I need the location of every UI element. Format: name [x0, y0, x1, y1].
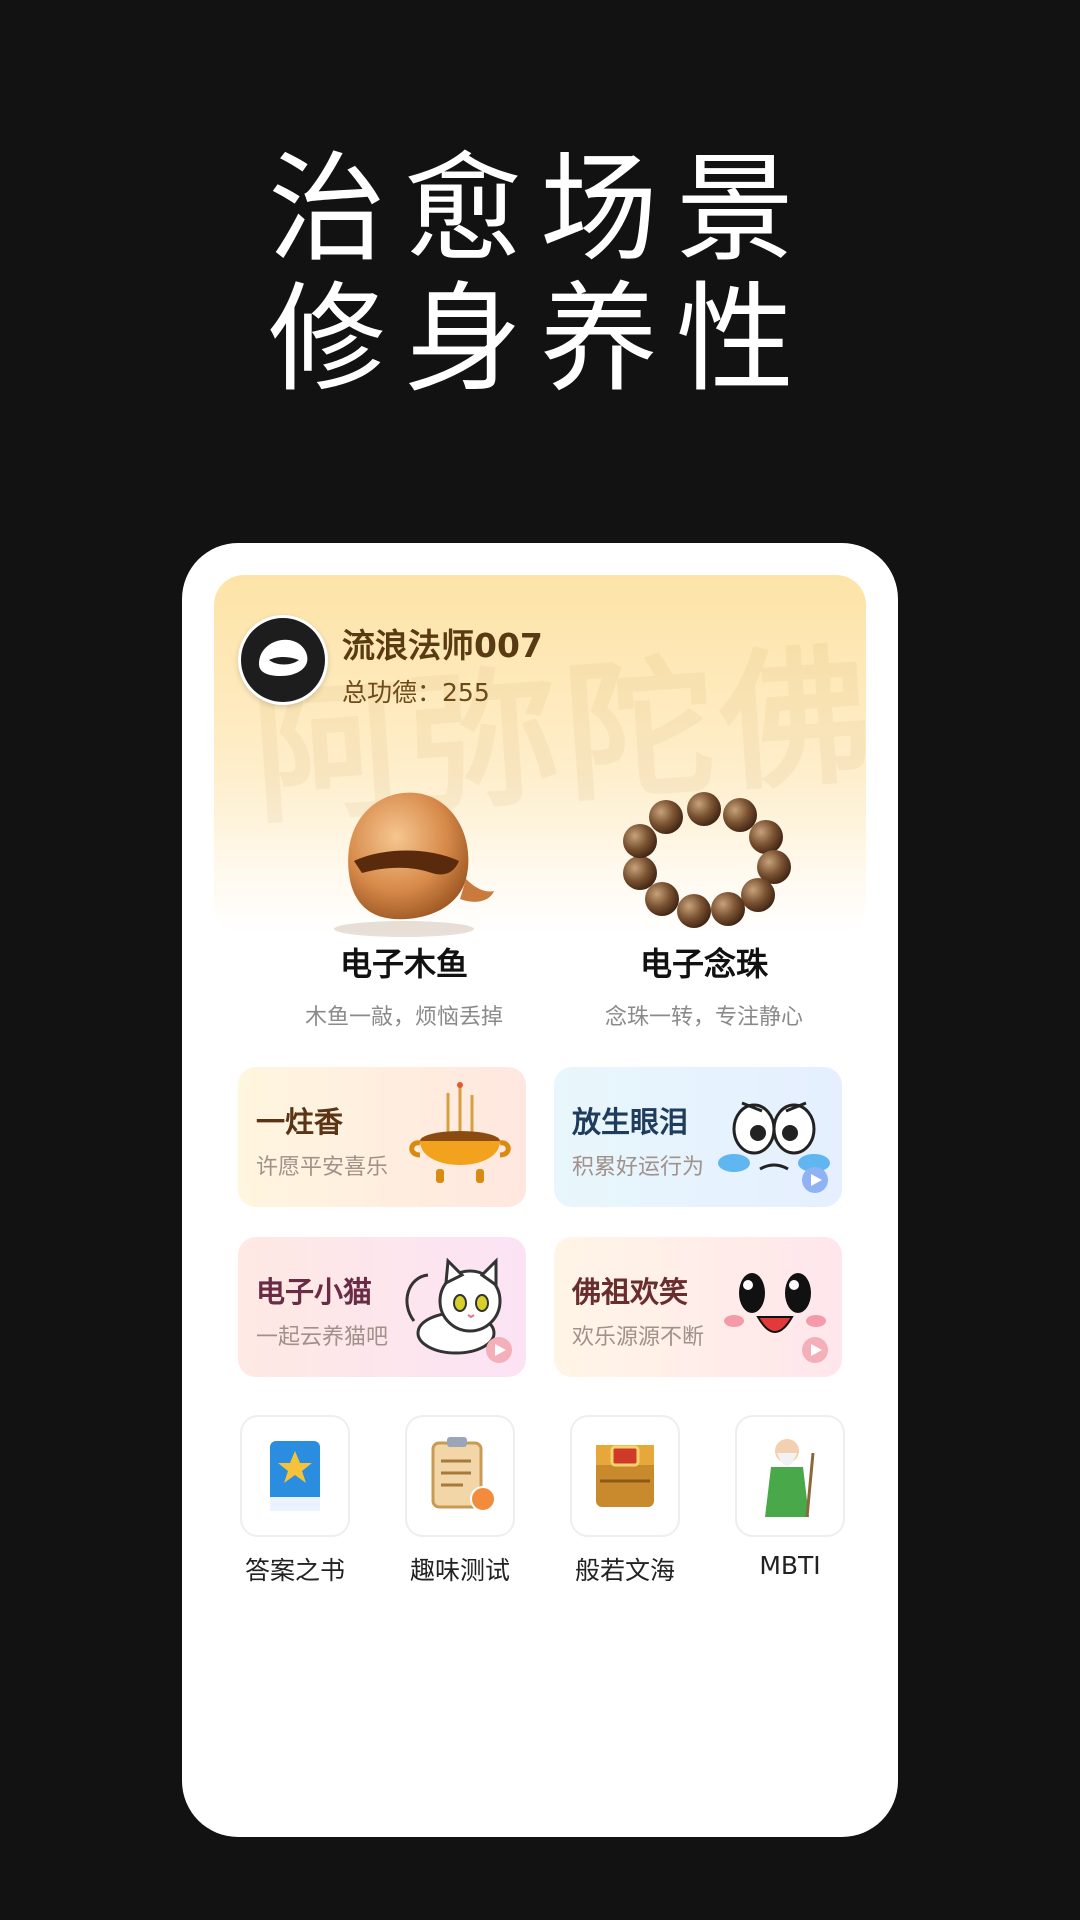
tool-subtitle: 木鱼一敲，烦恼丢掉	[304, 1005, 503, 1030]
shortcut-prajna-sea[interactable]: 般若文海	[550, 1415, 700, 1587]
avatar[interactable]	[238, 615, 328, 705]
card-subtitle: 许愿平安喜乐	[256, 1155, 389, 1180]
card-incense[interactable]: 一炷香 许愿平安喜乐	[238, 1067, 526, 1207]
card-buddha-laugh[interactable]: 佛祖欢笑 欢乐源源不断	[554, 1237, 842, 1377]
play-icon[interactable]	[802, 1337, 828, 1363]
prayer-beads-icon	[554, 769, 854, 939]
play-icon[interactable]	[486, 1337, 512, 1363]
card-cat[interactable]: 电子小猫 一起云养猫吧	[238, 1237, 526, 1377]
tool-subtitle: 念珠一转，专注静心	[604, 1005, 803, 1030]
sage-icon	[735, 1415, 845, 1537]
card-subtitle: 积累好运行为	[572, 1155, 705, 1180]
tool-name: 电子念珠	[639, 945, 768, 983]
phone-screen: 阿弥陀佛 流浪法师007 总功德：255 电子木鱼 木鱼一敲，烦恼丢掉 电子念珠…	[182, 543, 898, 1837]
merit-label: 总功德：	[342, 678, 443, 707]
headline-line-1: 治愈场景	[267, 140, 812, 278]
username: 流浪法师007	[342, 626, 543, 665]
merit-value: 255	[442, 678, 490, 707]
incense-burner-icon	[409, 1082, 511, 1183]
shortcut-mbti[interactable]: MBTI	[715, 1415, 865, 1580]
shortcut-answer-book[interactable]: 答案之书	[220, 1415, 370, 1587]
tool-name: 电子木鱼	[339, 945, 468, 983]
shortcut-label: MBTI	[759, 1551, 821, 1580]
wooden-fish-logo-icon	[259, 639, 308, 676]
tool-wooden-fish[interactable]: 电子木鱼 木鱼一敲，烦恼丢掉	[254, 769, 554, 1031]
card-tears[interactable]: 放生眼泪 积累好运行为	[554, 1067, 842, 1207]
card-title: 电子小猫	[256, 1275, 373, 1309]
card-subtitle: 一起云养猫吧	[256, 1325, 389, 1350]
card-title: 一炷香	[256, 1105, 344, 1139]
shortcut-label: 趣味测试	[409, 1556, 510, 1585]
shortcut-fun-test[interactable]: 趣味测试	[385, 1415, 535, 1587]
shortcut-label: 答案之书	[244, 1556, 345, 1585]
tool-prayer-beads[interactable]: 电子念珠 念珠一转，专注静心	[554, 769, 854, 1031]
merit-total: 总功德：255	[342, 673, 490, 709]
book-icon	[240, 1415, 350, 1537]
card-title: 放生眼泪	[572, 1105, 689, 1139]
play-icon[interactable]	[802, 1167, 828, 1193]
headline-line-2: 修身养性	[267, 270, 812, 408]
wooden-fish-icon	[254, 769, 554, 939]
clipboard-icon	[405, 1415, 515, 1537]
shortcut-label: 般若文海	[574, 1556, 675, 1585]
card-subtitle: 欢乐源源不断	[572, 1325, 705, 1350]
card-title: 佛祖欢笑	[572, 1275, 689, 1309]
scripture-book-icon	[570, 1415, 680, 1537]
